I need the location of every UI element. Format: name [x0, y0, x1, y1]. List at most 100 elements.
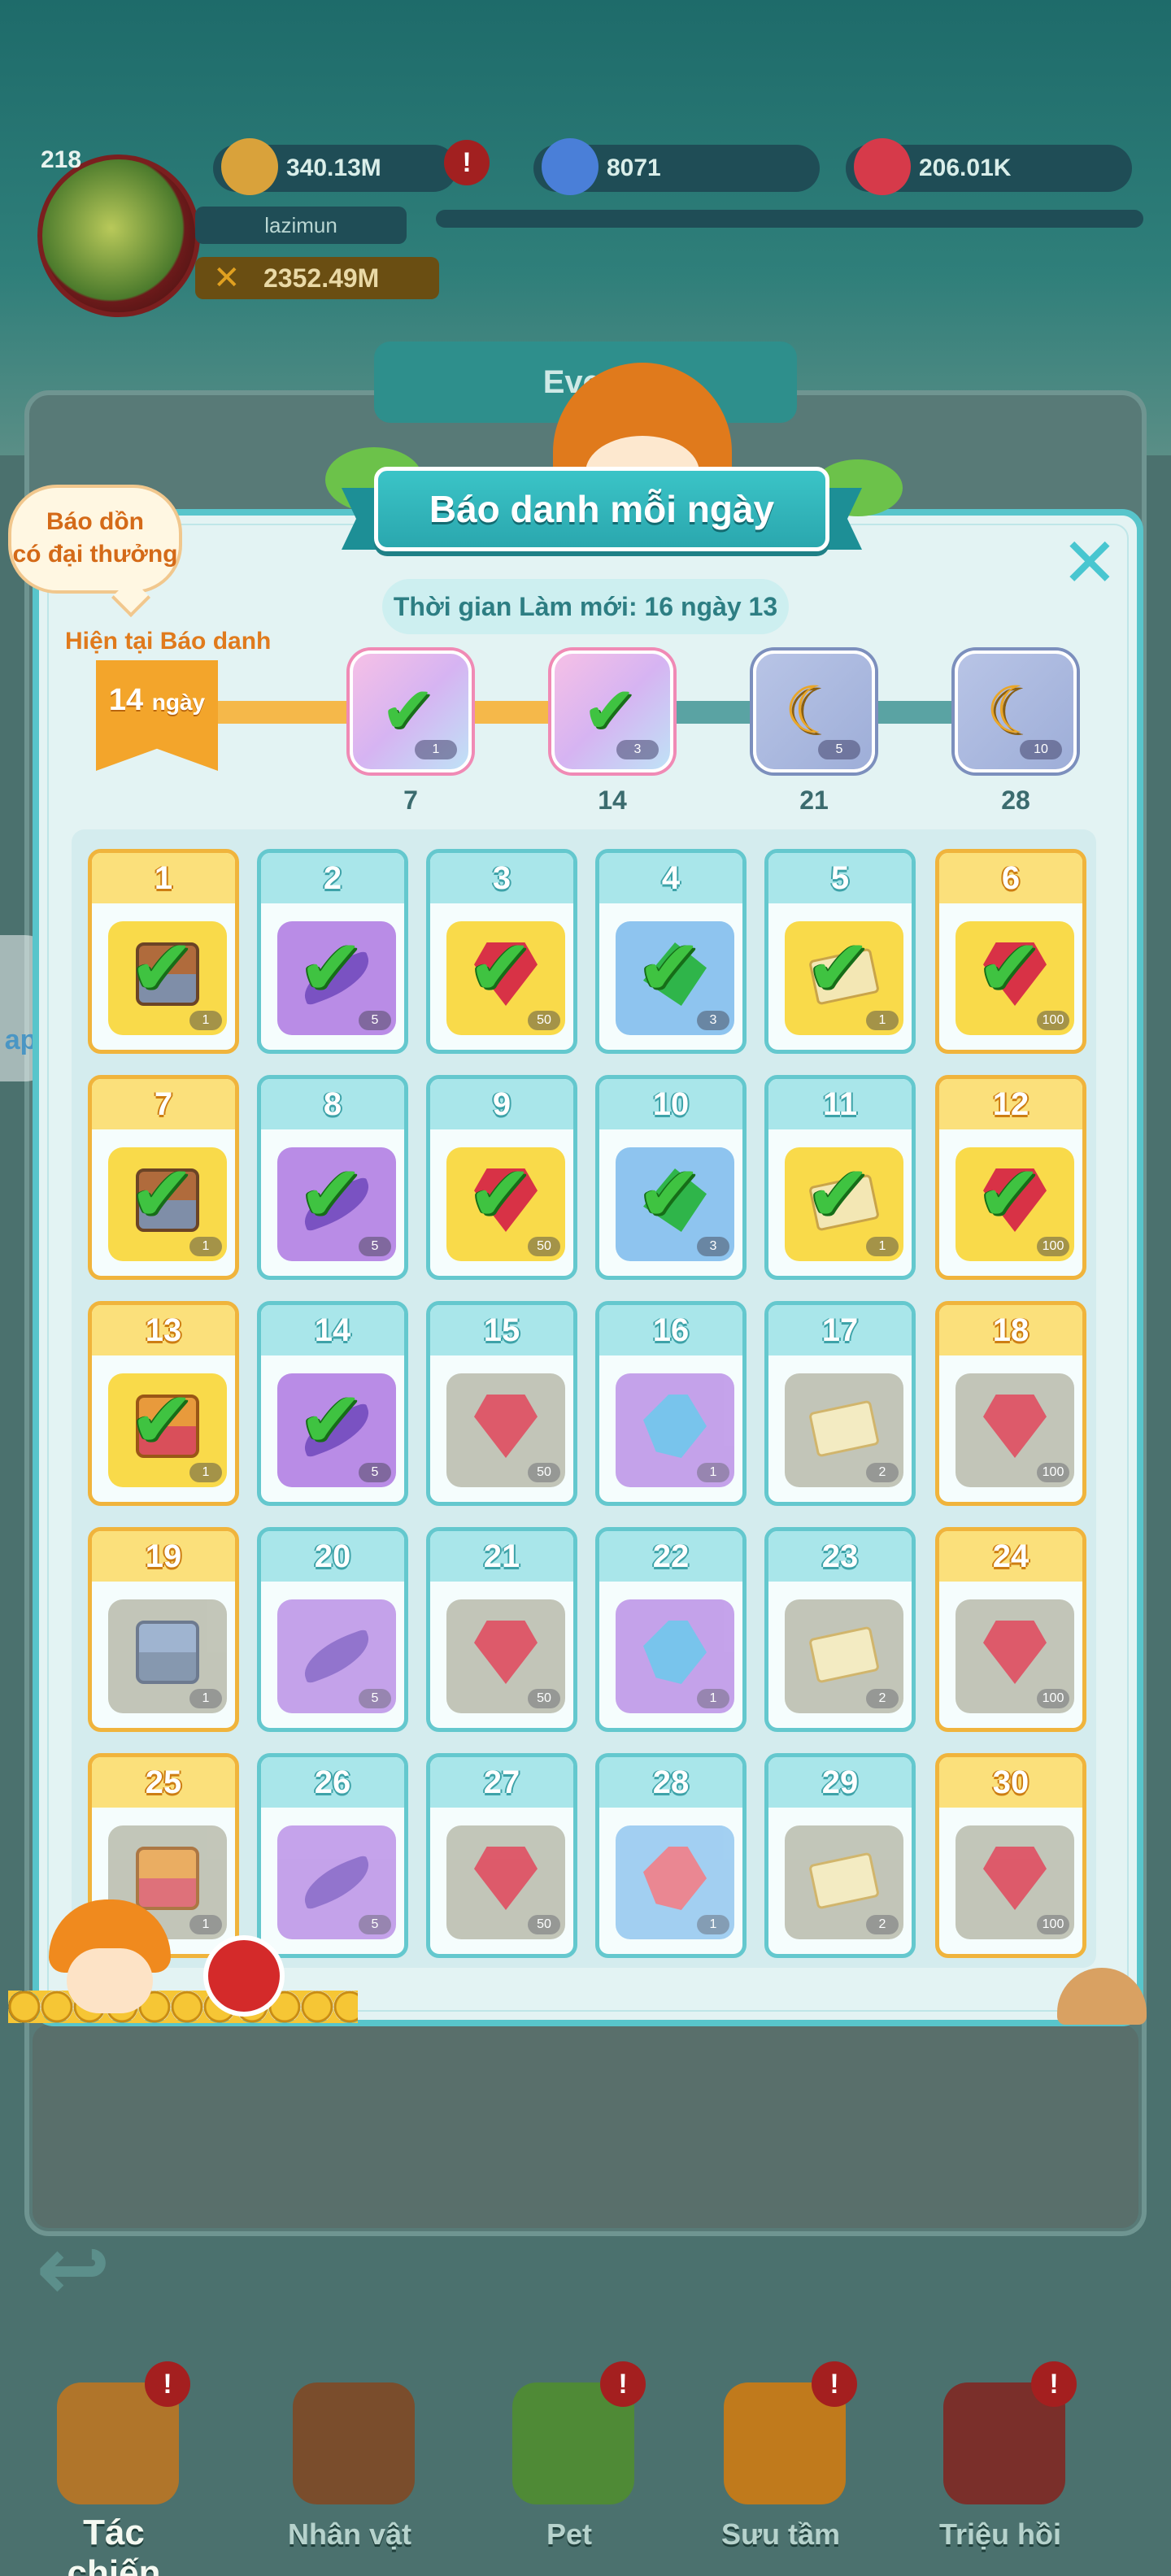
check-icon: ✔ — [582, 674, 638, 746]
day-number: 25 — [92, 1757, 235, 1808]
day-card-14[interactable]: 14 ✔ 5 — [257, 1301, 408, 1506]
notification-badge-icon: ! — [145, 2361, 190, 2407]
pink-crystal-icon — [643, 1847, 707, 1910]
check-icon: ✔ — [129, 925, 195, 1012]
day-number: 6 — [939, 853, 1082, 903]
nav-label: Pet — [546, 2517, 593, 2551]
reward-quantity: 5 — [359, 1237, 391, 1256]
day-card-30[interactable]: 30 100 — [935, 1753, 1086, 1958]
nav-item-2[interactable]: Pet! — [488, 2358, 651, 2576]
reward-item: ✔ 100 — [956, 921, 1074, 1035]
day-card-1[interactable]: 1 ✔ 1 — [88, 849, 239, 1054]
day-number: 26 — [261, 1757, 404, 1808]
day-number: 13 — [92, 1305, 235, 1355]
nav-item-3[interactable]: Sưu tầm! — [699, 2358, 862, 2576]
nav-item-1[interactable]: Nhân vật — [268, 2358, 431, 2576]
check-icon: ✔ — [806, 1151, 872, 1238]
milestone-reward-7[interactable]: ✔ 1 — [350, 651, 472, 772]
day-number: 18 — [939, 1305, 1082, 1355]
day-card-12[interactable]: 12 ✔ 100 — [935, 1075, 1086, 1280]
back-arrow-icon[interactable]: ↩ — [36, 2225, 150, 2314]
day-card-20[interactable]: 20 5 — [257, 1527, 408, 1732]
milestone-quantity: 3 — [616, 740, 659, 759]
check-icon: ✔ — [468, 925, 533, 1012]
day-card-29[interactable]: 29 2 — [764, 1753, 916, 1958]
bottom-navigation: Tác chiến! Nhân vật Pet! Sưu tầm! Triệu hồi! — [0, 2358, 1171, 2576]
power-value: 2352.49M — [263, 263, 380, 293]
check-icon: ✔ — [129, 1377, 195, 1464]
reward-item: 1 — [616, 1825, 734, 1939]
reward-quantity: 100 — [1037, 1237, 1069, 1256]
check-icon: ✔ — [977, 925, 1043, 1012]
milestone-quantity: 5 — [818, 740, 860, 759]
day-number: 23 — [768, 1531, 912, 1582]
ruby-icon — [474, 1395, 538, 1458]
reward-quantity: 100 — [1037, 1915, 1069, 1934]
crystal-icon — [643, 1621, 707, 1684]
day-card-15[interactable]: 15 50 — [426, 1301, 577, 1506]
day-number: 21 — [430, 1531, 573, 1582]
reward-quantity: 2 — [866, 1689, 899, 1708]
reward-quantity: 1 — [189, 1915, 222, 1934]
day-card-3[interactable]: 3 ✔ 50 — [426, 849, 577, 1054]
milestone-reward-28[interactable]: ☾ 10 — [955, 651, 1077, 772]
coin-icon — [221, 138, 278, 195]
player-avatar[interactable] — [37, 154, 200, 317]
ruby-icon — [474, 1847, 538, 1910]
snail-character-icon — [203, 1935, 285, 2017]
nav-item-4[interactable]: Triệu hồi! — [919, 2358, 1082, 2576]
day-card-6[interactable]: 6 ✔ 100 — [935, 849, 1086, 1054]
day-card-10[interactable]: 10 ✔ 3 — [595, 1075, 747, 1280]
feather-icon — [296, 1854, 377, 1911]
moon-icon: ☾ — [784, 674, 842, 746]
chest-silver-icon — [136, 1621, 199, 1684]
close-icon[interactable]: ✕ — [1057, 529, 1122, 597]
day-number: 14 — [261, 1305, 404, 1355]
day-card-16[interactable]: 16 1 — [595, 1301, 747, 1506]
reward-item: 1 — [616, 1599, 734, 1713]
day-card-18[interactable]: 18 100 — [935, 1301, 1086, 1506]
milestone-reward-14[interactable]: ✔ 3 — [551, 651, 673, 772]
dialog-title: Báo danh mỗi ngày — [374, 467, 829, 551]
day-card-5[interactable]: 5 ✔ 1 — [764, 849, 916, 1054]
ruby-resource[interactable]: 206.01K — [846, 138, 1132, 195]
day-card-19[interactable]: 19 1 — [88, 1527, 239, 1732]
check-icon: ✔ — [977, 1151, 1043, 1238]
day-card-13[interactable]: 13 ✔ 1 — [88, 1301, 239, 1506]
reward-item: ✔ 5 — [277, 921, 396, 1035]
reward-item: ✔ 5 — [277, 1373, 396, 1487]
day-card-17[interactable]: 17 2 — [764, 1301, 916, 1506]
reward-quantity: 2 — [866, 1915, 899, 1934]
day-card-28[interactable]: 28 1 — [595, 1753, 747, 1958]
current-checkin-unit: ngày — [151, 690, 206, 715]
coin-resource[interactable]: 340.13M ! — [213, 138, 490, 195]
day-card-9[interactable]: 9 ✔ 50 — [426, 1075, 577, 1280]
day-card-11[interactable]: 11 ✔ 1 — [764, 1075, 916, 1280]
diamond-resource[interactable]: 8071 — [533, 138, 820, 195]
day-number: 24 — [939, 1531, 1082, 1582]
player-level: 218 — [41, 146, 82, 173]
day-card-24[interactable]: 24 100 — [935, 1527, 1086, 1732]
day-card-21[interactable]: 21 50 — [426, 1527, 577, 1732]
reward-quantity: 5 — [359, 1463, 391, 1482]
day-card-2[interactable]: 2 ✔ 5 — [257, 849, 408, 1054]
nav-item-0[interactable]: Tác chiến! — [33, 2358, 195, 2576]
day-card-23[interactable]: 23 2 — [764, 1527, 916, 1732]
day-number: 15 — [430, 1305, 573, 1355]
check-icon: ✔ — [381, 674, 436, 746]
day-number: 4 — [599, 853, 742, 903]
day-card-26[interactable]: 26 5 — [257, 1753, 408, 1958]
day-card-4[interactable]: 4 ✔ 3 — [595, 849, 747, 1054]
milestone-reward-21[interactable]: ☾ 5 — [753, 651, 875, 772]
reward-item: ✔ 100 — [956, 1147, 1074, 1261]
reward-quantity: 1 — [189, 1463, 222, 1482]
day-card-22[interactable]: 22 1 — [595, 1527, 747, 1732]
reward-quantity: 50 — [528, 1011, 560, 1030]
day-number: 17 — [768, 1305, 912, 1355]
day-card-8[interactable]: 8 ✔ 5 — [257, 1075, 408, 1280]
day-card-7[interactable]: 7 ✔ 1 — [88, 1075, 239, 1280]
day-card-27[interactable]: 27 50 — [426, 1753, 577, 1958]
reward-quantity: 1 — [697, 1689, 729, 1708]
reward-quantity: 100 — [1037, 1463, 1069, 1482]
coin-warning-icon[interactable]: ! — [444, 140, 490, 185]
